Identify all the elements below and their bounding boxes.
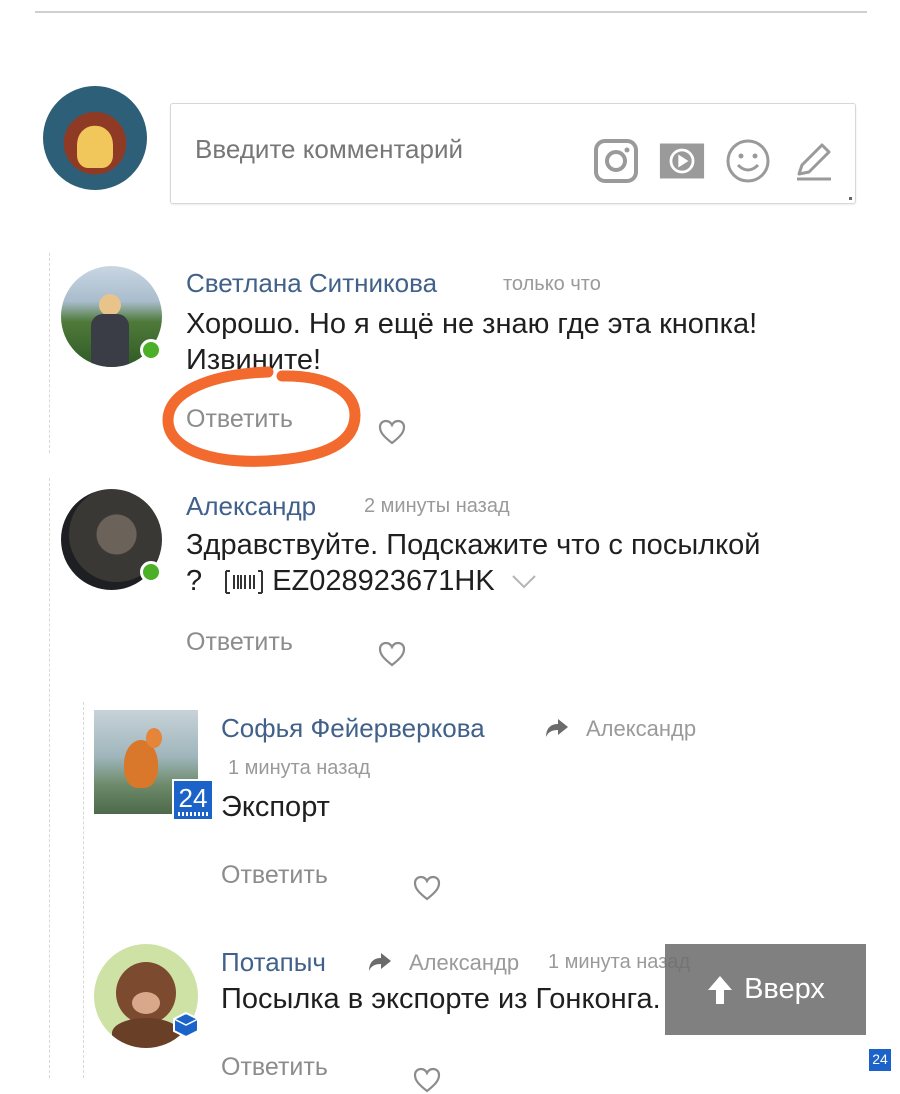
reply-button[interactable]: Ответить (186, 628, 293, 657)
reply-button[interactable]: Ответить (221, 861, 328, 890)
video-icon[interactable] (659, 138, 705, 184)
heart-icon[interactable] (377, 418, 407, 446)
comment-author[interactable]: Александр (186, 491, 316, 522)
heart-icon[interactable] (412, 1066, 442, 1094)
thread-line (49, 478, 50, 1078)
reply-text: Экспорт (221, 791, 330, 823)
barcode-icon (225, 570, 264, 595)
pen-icon[interactable] (791, 138, 837, 184)
online-indicator (140, 561, 162, 583)
reply-button[interactable]: Ответить (221, 1053, 328, 1082)
reply-arrow-icon (369, 953, 391, 971)
comment-text-line: ? EZ028923671HK (186, 563, 537, 599)
scroll-top-button[interactable]: Вверх (665, 944, 866, 1035)
comment-author[interactable]: Светлана Ситникова (186, 268, 437, 299)
reply-button[interactable]: Ответить (186, 405, 293, 434)
reply-arrow-icon (546, 719, 568, 737)
top-divider (35, 11, 867, 13)
comment-input-placeholder: Введите комментарий (195, 134, 464, 164)
tracking-number[interactable]: EZ028923671HK (272, 565, 495, 597)
comment-text: ? (186, 565, 203, 597)
chevron-down-icon[interactable] (511, 574, 537, 590)
reply-text: Посылка в экспорте из Гонконга. (221, 983, 661, 1015)
arrow-up-icon (708, 975, 733, 1004)
heart-icon[interactable] (377, 640, 407, 668)
reply-to-name[interactable]: Александр (586, 716, 696, 742)
reply-to-name[interactable]: Александр (409, 950, 519, 976)
cube-badge-icon (173, 1011, 199, 1039)
reply-author[interactable]: Потапыч (221, 947, 326, 978)
current-user-avatar[interactable] (43, 86, 147, 190)
badge-24: 24 (172, 779, 214, 821)
instagram-icon[interactable] (593, 138, 639, 184)
comment-input[interactable]: Введите комментарий (170, 103, 856, 204)
comment-time: 2 минуты назад (364, 495, 510, 517)
comment-text: Хорошо. Но я ещё не знаю где эта кнопка! (186, 308, 758, 340)
corner-badge-24: 24 (868, 1048, 892, 1072)
reply-author[interactable]: Софья Фейерверкова (221, 713, 485, 744)
reply-time: 1 минута назад (228, 757, 371, 779)
resize-grip[interactable] (849, 197, 852, 200)
reply-thread-line (83, 702, 84, 1078)
emoji-icon[interactable] (725, 138, 771, 184)
online-indicator (140, 339, 162, 361)
comment-time: только что (503, 273, 601, 295)
thread-line (49, 253, 50, 453)
comment-text: Здравствуйте. Подскажите что с посылкой (186, 529, 761, 561)
composer-toolbar (593, 138, 837, 184)
scroll-top-label: Вверх (744, 973, 825, 1005)
heart-icon[interactable] (412, 874, 442, 902)
comment-text: Извините! (186, 344, 322, 376)
